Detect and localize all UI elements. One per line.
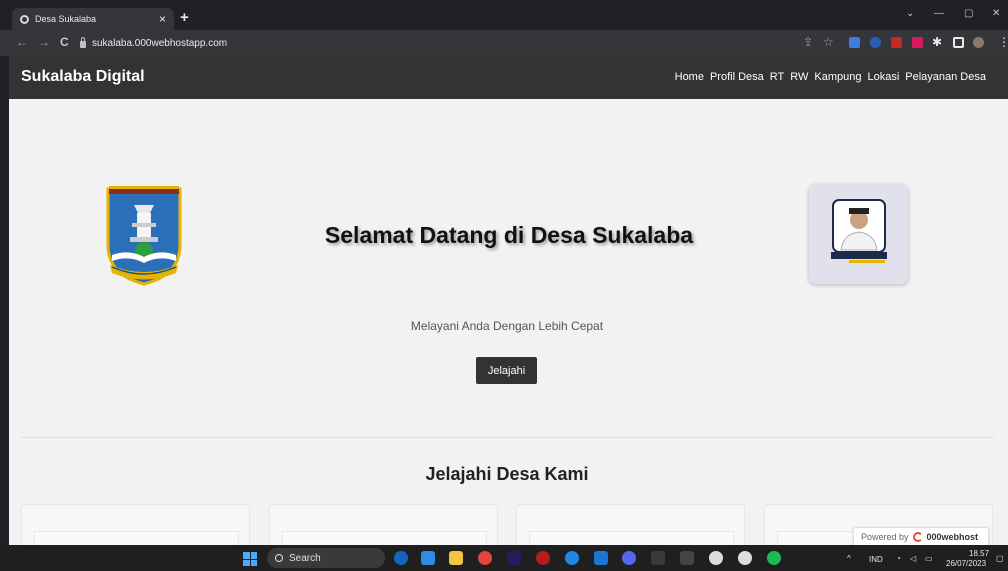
browser-toolbar: ← → C sukalaba.000webhostapp.com ⇪ ☆ ✱ ⋮ bbox=[0, 30, 1008, 56]
extension-adblock-icon[interactable] bbox=[891, 37, 902, 48]
hero-title: Selamat Datang di Desa Sukalaba bbox=[324, 222, 694, 248]
premiere-icon[interactable] bbox=[507, 551, 521, 565]
tab-close-icon[interactable]: × bbox=[159, 13, 166, 25]
official-portrait-card bbox=[809, 184, 908, 284]
favicon-icon bbox=[20, 14, 29, 24]
notification-icon[interactable]: ▢ bbox=[996, 554, 1004, 563]
nav-link-rt[interactable]: RT bbox=[770, 71, 784, 83]
browser-menu-icon[interactable]: ⋮ bbox=[998, 36, 1008, 48]
extensions-puzzle-icon[interactable]: ✱ bbox=[932, 36, 942, 48]
clock-time[interactable]: 18.57 bbox=[969, 549, 989, 558]
tray-chevron-icon[interactable]: ^ bbox=[847, 554, 851, 563]
nav-link-lokasi[interactable]: Lokasi bbox=[867, 71, 899, 83]
powered-by-badge[interactable]: Powered by 000webhost bbox=[853, 527, 989, 545]
hero-subtitle: Melayani Anda Dengan Lebih Cepat bbox=[410, 319, 604, 333]
webhost-logo-icon bbox=[912, 532, 923, 542]
reload-icon[interactable]: C bbox=[60, 36, 69, 48]
browser-tab-strip: Desa Sukalaba × + ⌄ — ▢ ✕ bbox=[0, 0, 1008, 30]
regency-emblem-logo bbox=[106, 186, 182, 286]
nav-link-home[interactable]: Home bbox=[675, 71, 704, 83]
close-window-button[interactable]: ✕ bbox=[992, 9, 1000, 19]
app-icon[interactable] bbox=[536, 551, 550, 565]
url-text: sukalaba.000webhostapp.com bbox=[92, 37, 228, 49]
terminal-icon[interactable] bbox=[651, 551, 665, 565]
site-header: Sukalaba Digital Home Profil Desa RT RW … bbox=[9, 56, 1008, 99]
search-icon bbox=[275, 554, 283, 562]
section-divider bbox=[21, 437, 994, 438]
windows-taskbar: Search ^ IND ◔ ◁ ▭ 18.57 26/07/2023 ▢ bbox=[0, 545, 1008, 571]
tab-title: Desa Sukalaba bbox=[35, 14, 97, 24]
edge-icon[interactable] bbox=[565, 551, 579, 565]
extension-vpn-icon[interactable] bbox=[870, 37, 881, 48]
profile-avatar[interactable] bbox=[973, 37, 984, 48]
side-panel-icon[interactable] bbox=[953, 37, 964, 48]
bookmark-star-icon[interactable]: ☆ bbox=[823, 36, 834, 48]
lock-icon[interactable] bbox=[80, 36, 86, 48]
back-icon[interactable]: ← bbox=[16, 36, 28, 48]
new-tab-button[interactable]: + bbox=[180, 10, 189, 25]
webpage: Sukalaba Digital Home Profil Desa RT RW … bbox=[9, 56, 1008, 545]
calendar-icon[interactable] bbox=[594, 551, 608, 565]
language-indicator[interactable]: IND bbox=[869, 555, 883, 564]
file-explorer-icon[interactable] bbox=[449, 551, 463, 565]
nav-link-rw[interactable]: RW bbox=[790, 71, 808, 83]
webhost-brand-text: 000webhost bbox=[926, 532, 979, 542]
extension-video-icon[interactable] bbox=[912, 37, 923, 48]
vscode-icon[interactable] bbox=[421, 551, 435, 565]
tab-search-icon[interactable]: ⌄ bbox=[906, 9, 914, 19]
card-image bbox=[282, 531, 487, 545]
maximize-button[interactable]: ▢ bbox=[964, 9, 973, 19]
spotify-icon[interactable] bbox=[767, 551, 781, 565]
search-placeholder: Search bbox=[289, 552, 321, 564]
card-image bbox=[529, 531, 734, 545]
wifi-icon[interactable]: ◔ bbox=[896, 554, 901, 563]
battery-icon[interactable]: ▭ bbox=[925, 554, 933, 563]
feature-card-3[interactable] bbox=[516, 504, 745, 545]
forward-icon[interactable]: → bbox=[38, 36, 50, 48]
share-icon[interactable]: ⇪ bbox=[803, 36, 813, 48]
clock-date[interactable]: 26/07/2023 bbox=[946, 559, 986, 568]
unreal-engine-icon[interactable] bbox=[709, 551, 723, 565]
minimize-button[interactable]: — bbox=[934, 9, 944, 19]
nav-link-profil-desa[interactable]: Profil Desa bbox=[710, 71, 764, 83]
start-windows-icon[interactable] bbox=[243, 552, 257, 566]
card-image bbox=[34, 531, 239, 545]
nav-link-pelayanan-desa[interactable]: Pelayanan Desa bbox=[905, 71, 986, 83]
nav-link-kampung[interactable]: Kampung bbox=[814, 71, 861, 83]
discord-icon[interactable] bbox=[622, 551, 636, 565]
feature-card-1[interactable] bbox=[21, 504, 250, 545]
official-portrait-icon bbox=[831, 199, 887, 263]
browser-app-icon[interactable] bbox=[394, 551, 408, 565]
epic-games-icon[interactable] bbox=[680, 551, 694, 565]
browser-tab[interactable]: Desa Sukalaba × bbox=[12, 8, 174, 30]
volume-icon[interactable]: ◁ bbox=[910, 554, 916, 563]
taskbar-search[interactable]: Search bbox=[267, 548, 385, 568]
address-bar[interactable]: sukalaba.000webhostapp.com bbox=[80, 34, 840, 52]
site-navigation: Home Profil Desa RT RW Kampung Lokasi Pe… bbox=[675, 71, 986, 83]
section-title: Jelajahi Desa Kami bbox=[425, 464, 589, 484]
screen: Desa Sukalaba × + ⌄ — ▢ ✕ ← → C sukalaba… bbox=[0, 0, 1008, 571]
chrome-icon[interactable] bbox=[478, 551, 492, 565]
card-circle-graphic bbox=[35, 532, 240, 545]
powered-by-text: Powered by bbox=[861, 532, 909, 542]
site-brand[interactable]: Sukalaba Digital bbox=[21, 68, 145, 86]
extension-translate-icon[interactable] bbox=[849, 37, 860, 48]
explore-button[interactable]: Jelajahi bbox=[476, 357, 537, 384]
feature-card-2[interactable] bbox=[269, 504, 498, 545]
unreal-engine-2-icon[interactable] bbox=[738, 551, 752, 565]
